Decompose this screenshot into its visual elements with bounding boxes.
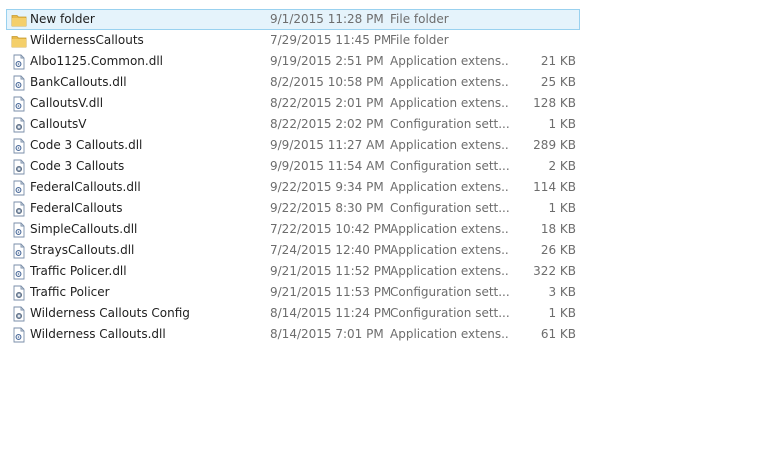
file-name: Traffic Policer: [30, 285, 110, 299]
file-date-modified: 9/9/2015 11:27 AM: [270, 138, 385, 152]
file-type: Configuration sett...: [390, 306, 510, 320]
file-type: Application extens...: [390, 138, 510, 152]
file-row[interactable]: CalloutsV.dll 8/22/2015 2:01 PM Applicatio…: [6, 93, 580, 114]
file-date-modified: 9/22/2015 9:34 PM: [270, 180, 384, 194]
config-file-icon: [11, 306, 27, 322]
file-row[interactable]: Wilderness Callouts Config 8/14/2015 11:2…: [6, 303, 580, 324]
file-size: 1 KB: [548, 117, 576, 131]
file-row[interactable]: WildernessCallouts 7/29/2015 11:45 PM File…: [6, 30, 580, 51]
file-name: Albo1125.Common.dll: [30, 54, 164, 68]
file-name: New folder: [30, 12, 95, 26]
file-date-modified: 9/22/2015 8:30 PM: [270, 201, 384, 215]
file-date-modified: 8/2/2015 10:58 PM: [270, 75, 384, 89]
file-size: 25 KB: [540, 75, 576, 89]
file-type: Application extens...: [390, 264, 510, 278]
dll-file-icon: [11, 180, 27, 196]
file-row[interactable]: Albo1125.Common.dll 9/19/2015 2:51 PM Appl…: [6, 51, 580, 72]
file-row[interactable]: FederalCallouts 9/22/2015 8:30 PM Configur…: [6, 198, 580, 219]
file-name: FederalCallouts: [30, 201, 123, 215]
file-size: 322 KB: [533, 264, 576, 278]
config-file-icon: [11, 285, 27, 301]
file-size: 26 KB: [540, 243, 576, 257]
file-name: FederalCallouts.dll: [30, 180, 141, 194]
file-name: Code 3 Callouts: [30, 159, 125, 173]
dll-file-icon: [11, 54, 27, 70]
file-size: 1 KB: [548, 201, 576, 215]
file-name: StraysCallouts.dll: [30, 243, 135, 257]
file-size: 18 KB: [540, 222, 576, 236]
file-size: 2 KB: [548, 159, 576, 173]
file-name: Traffic Policer.dll: [30, 264, 127, 278]
dll-file-icon: [11, 243, 27, 259]
dll-file-icon: [11, 75, 27, 91]
dll-file-icon: [11, 264, 27, 280]
file-row[interactable]: StraysCallouts.dll 7/24/2015 12:40 PM Appl…: [6, 240, 580, 261]
file-type: Application extens...: [390, 54, 510, 68]
file-row[interactable]: Traffic Policer.dll 9/21/2015 11:52 PM App…: [6, 261, 580, 282]
config-file-icon: [11, 117, 27, 133]
file-name: WildernessCallouts: [30, 33, 144, 47]
file-type: Application extens...: [390, 243, 510, 257]
file-type: File folder: [390, 12, 449, 26]
config-file-icon: [11, 159, 27, 175]
file-size: 114 KB: [533, 180, 576, 194]
file-size: 3 KB: [548, 285, 576, 299]
file-name: Code 3 Callouts.dll: [30, 138, 143, 152]
config-file-icon: [11, 201, 27, 217]
dll-file-icon: [11, 327, 27, 343]
file-type: Configuration sett...: [390, 159, 510, 173]
file-row[interactable]: BankCallouts.dll 8/2/2015 10:58 PM Applica…: [6, 72, 580, 93]
file-date-modified: 9/21/2015 11:52 PM: [270, 264, 390, 278]
file-type: Application extens...: [390, 75, 510, 89]
file-date-modified: 7/22/2015 10:42 PM: [270, 222, 390, 236]
file-date-modified: 8/14/2015 7:01 PM: [270, 327, 384, 341]
file-type: Application extens...: [390, 222, 510, 236]
folder-icon: [11, 33, 27, 49]
file-name: CalloutsV: [30, 117, 87, 131]
file-date-modified: 9/1/2015 11:28 PM: [270, 12, 384, 26]
file-row[interactable]: SimpleCallouts.dll 7/22/2015 10:42 PM Appl…: [6, 219, 580, 240]
dll-file-icon: [11, 96, 27, 112]
file-date-modified: 7/29/2015 11:45 PM: [270, 33, 390, 47]
file-name: Wilderness Callouts Config: [30, 306, 190, 320]
file-date-modified: 7/24/2015 12:40 PM: [270, 243, 390, 257]
file-type: File folder: [390, 33, 449, 47]
file-row[interactable]: FederalCallouts.dll 9/22/2015 9:34 PM Appl…: [6, 177, 580, 198]
file-name: Wilderness Callouts.dll: [30, 327, 166, 341]
file-date-modified: 9/19/2015 2:51 PM: [270, 54, 384, 68]
file-date-modified: 9/21/2015 11:53 PM: [270, 285, 390, 299]
file-type: Application extens...: [390, 96, 510, 110]
file-date-modified: 8/22/2015 2:02 PM: [270, 117, 384, 131]
file-list: New folder 9/1/2015 11:28 PM File folder Wi…: [6, 9, 580, 345]
file-name: CalloutsV.dll: [30, 96, 104, 110]
folder-icon: [11, 12, 27, 28]
file-row[interactable]: New folder 9/1/2015 11:28 PM File folder: [6, 9, 580, 30]
file-name: BankCallouts.dll: [30, 75, 127, 89]
file-size: 21 KB: [540, 54, 576, 68]
file-date-modified: 9/9/2015 11:54 AM: [270, 159, 385, 173]
file-date-modified: 8/14/2015 11:24 PM: [270, 306, 390, 320]
file-type: Application extens...: [390, 327, 510, 341]
file-row[interactable]: Code 3 Callouts.dll 9/9/2015 11:27 AM Appl…: [6, 135, 580, 156]
dll-file-icon: [11, 222, 27, 238]
file-row[interactable]: Wilderness Callouts.dll 8/14/2015 7:01 PM…: [6, 324, 580, 345]
file-date-modified: 8/22/2015 2:01 PM: [270, 96, 384, 110]
file-type: Application extens...: [390, 180, 510, 194]
file-type: Configuration sett...: [390, 285, 510, 299]
file-type: Configuration sett...: [390, 117, 510, 131]
file-row[interactable]: Code 3 Callouts 9/9/2015 11:54 AM Configur…: [6, 156, 580, 177]
file-size: 289 KB: [533, 138, 576, 152]
file-size: 1 KB: [548, 306, 576, 320]
file-row[interactable]: CalloutsV 8/22/2015 2:02 PM Configuration …: [6, 114, 580, 135]
file-type: Configuration sett...: [390, 201, 510, 215]
file-size: 61 KB: [540, 327, 576, 341]
file-row[interactable]: Traffic Policer 9/21/2015 11:53 PM Configu…: [6, 282, 580, 303]
file-size: 128 KB: [533, 96, 576, 110]
file-name: SimpleCallouts.dll: [30, 222, 138, 236]
dll-file-icon: [11, 138, 27, 154]
